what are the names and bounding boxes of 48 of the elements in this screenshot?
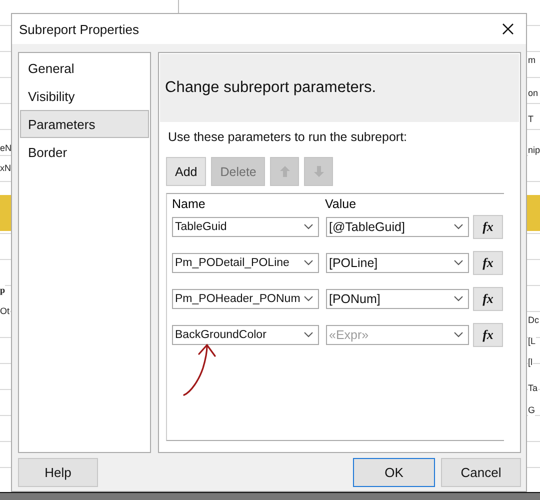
- add-button[interactable]: Add: [166, 157, 206, 186]
- report-text: nip: [528, 145, 540, 156]
- caret-icon: [454, 260, 463, 266]
- report-text: m: [528, 55, 536, 66]
- column-header: Name: [172, 197, 206, 211]
- report-text: eN: [0, 143, 12, 154]
- report-text: [l: [528, 357, 532, 368]
- report-text: p: [0, 285, 6, 296]
- caret-icon: [304, 332, 313, 338]
- value-dropdown[interactable]: [POLine]: [326, 252, 469, 272]
- expression-button[interactable]: fx: [473, 286, 503, 310]
- name-dropdown[interactable]: Pm_PODetail_POLine: [172, 252, 319, 272]
- sidebar-item[interactable]: General: [20, 54, 149, 82]
- report-text: xN: [0, 163, 11, 174]
- caret-icon: [304, 224, 313, 230]
- report-text: G: [528, 405, 536, 416]
- close-icon[interactable]: [502, 23, 514, 35]
- instruction-text: Use these parameters to run the subreport:: [168, 130, 408, 144]
- window-title: Subreport Properties: [19, 22, 139, 36]
- ok-button[interactable]: OK: [353, 458, 435, 487]
- report-text: [L: [528, 336, 536, 347]
- caret-icon: [304, 260, 313, 266]
- name-dropdown[interactable]: TableGuid: [172, 216, 319, 236]
- value-dropdown[interactable]: [@TableGuid]: [326, 216, 469, 236]
- expression-button[interactable]: fx: [473, 250, 503, 274]
- caret-icon: [454, 224, 463, 230]
- sidebar-item[interactable]: Parameters: [20, 110, 149, 138]
- expression-button[interactable]: fx: [473, 214, 503, 238]
- sidebar-item[interactable]: Border: [20, 138, 149, 166]
- report-text: Ta: [528, 383, 538, 394]
- caret-icon: [454, 332, 463, 338]
- cancel-button[interactable]: Cancel: [441, 458, 521, 487]
- arrow-up-icon: [280, 166, 290, 177]
- report-text: T: [528, 114, 534, 125]
- caret-icon: [304, 296, 313, 302]
- help-button[interactable]: Help: [18, 458, 98, 487]
- sidebar-item[interactable]: Visibility: [20, 82, 149, 110]
- expression-button[interactable]: fx: [473, 322, 503, 346]
- name-dropdown[interactable]: BackGroundColor: [172, 324, 319, 344]
- caret-icon: [454, 296, 463, 302]
- column-header: Value: [325, 197, 356, 211]
- page-heading: Change subreport parameters.: [165, 79, 376, 97]
- report-text: Dc: [528, 315, 539, 326]
- arrow-down-icon: [314, 166, 324, 177]
- name-dropdown[interactable]: Pm_POHeader_PONum: [172, 288, 319, 308]
- value-dropdown[interactable]: [PONum]: [326, 288, 469, 308]
- report-text: on: [528, 88, 538, 99]
- report-text: Ot: [0, 306, 10, 317]
